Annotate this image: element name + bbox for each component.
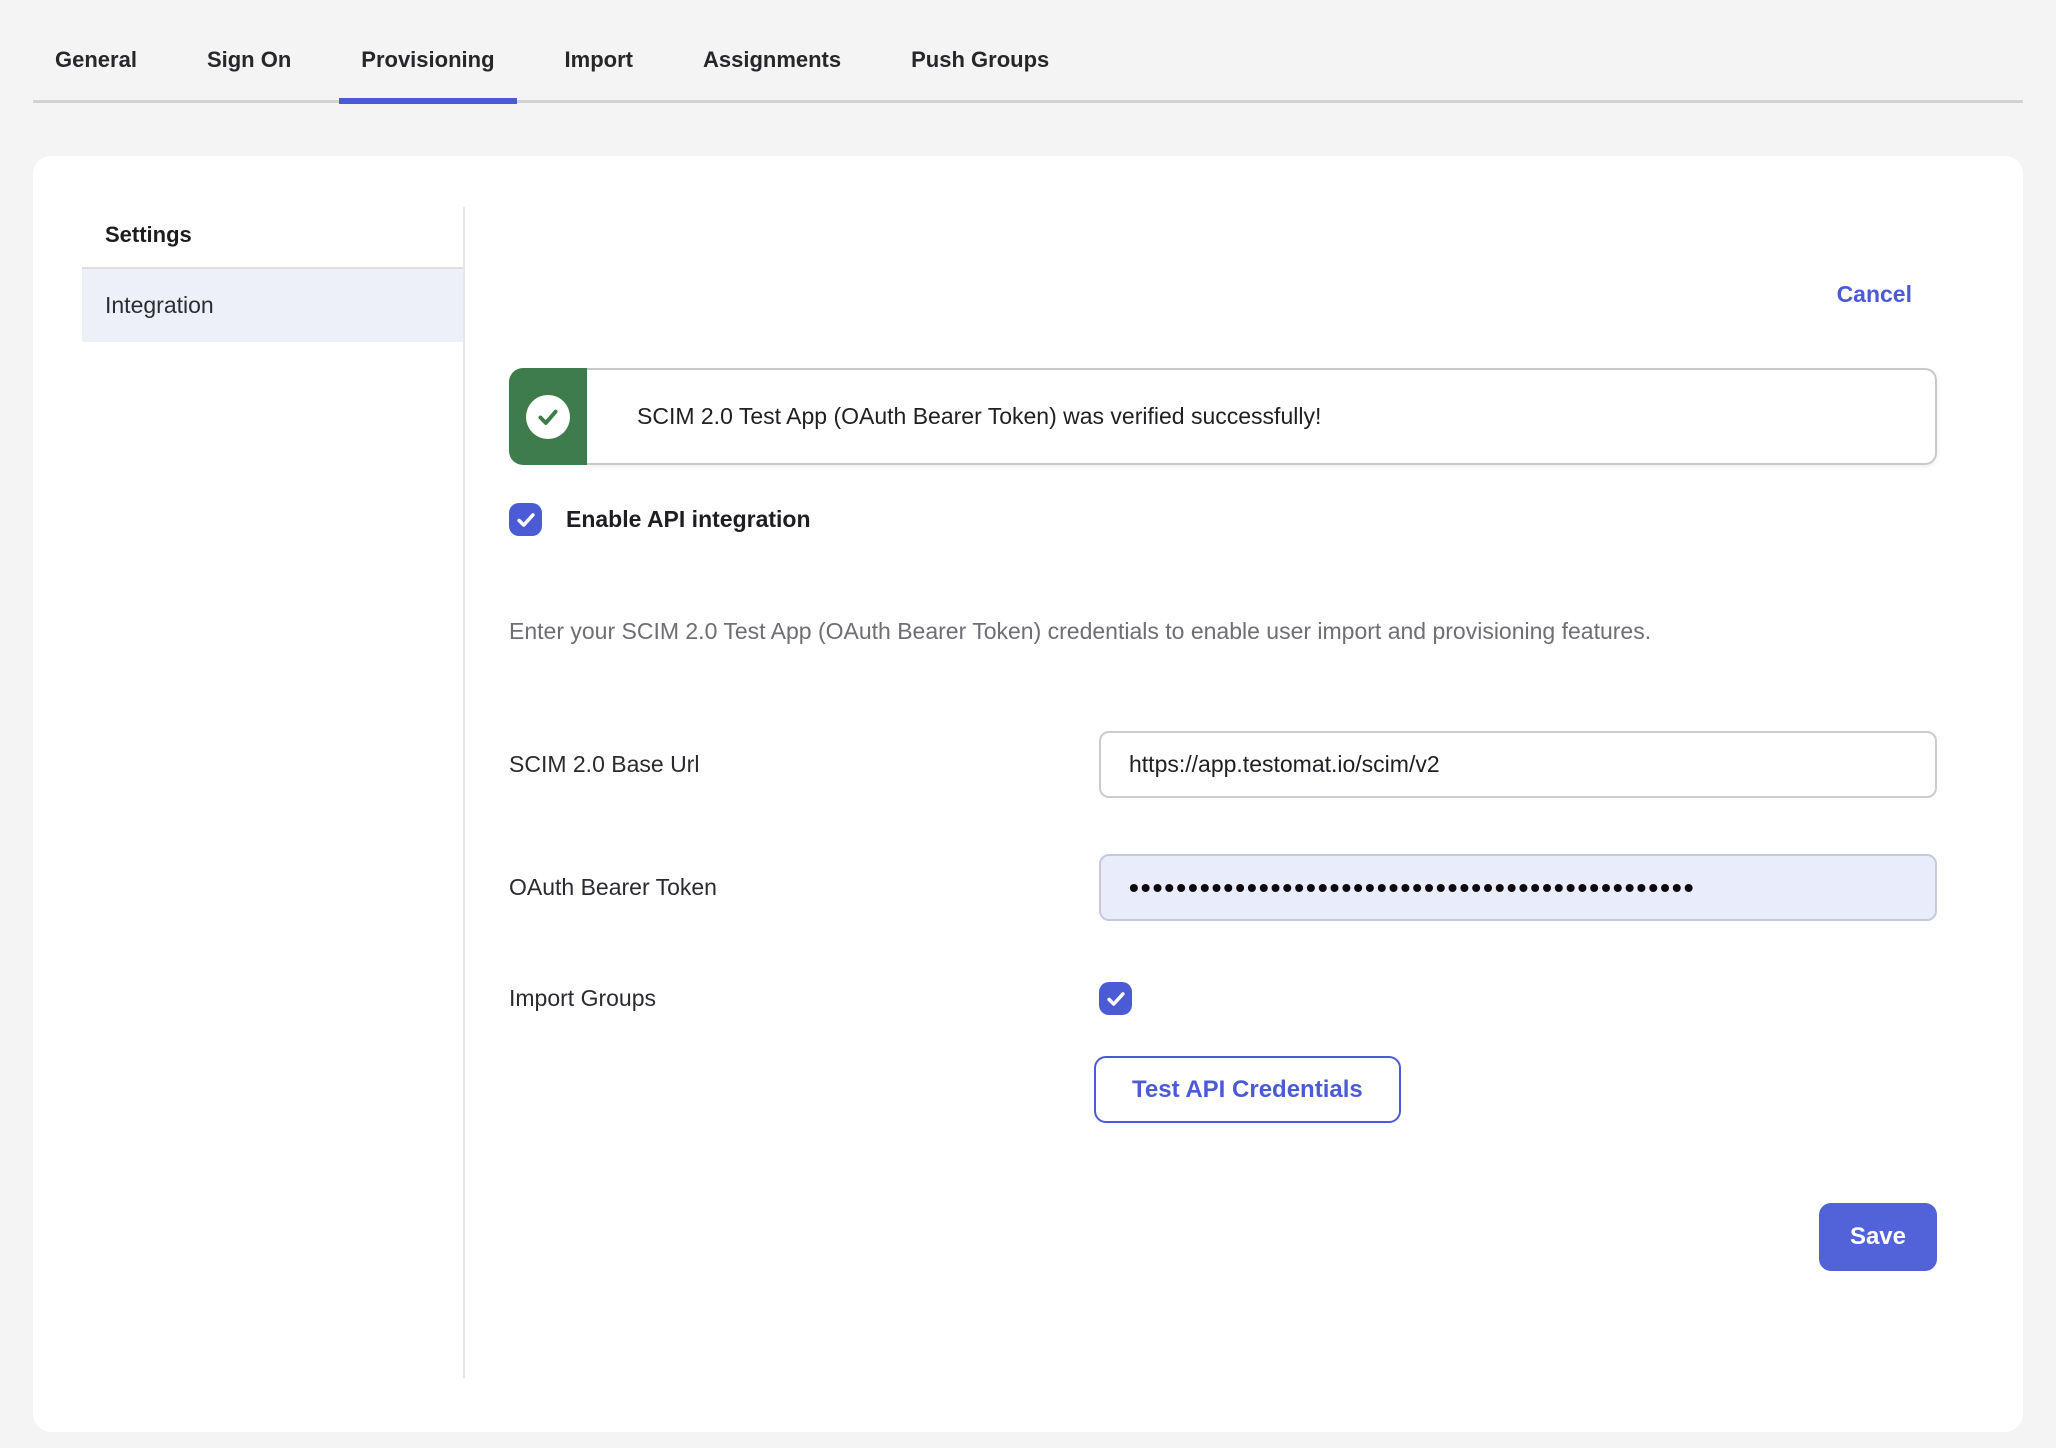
token-label: OAuth Bearer Token bbox=[509, 874, 1099, 901]
tab-provisioning[interactable]: Provisioning bbox=[339, 34, 516, 100]
integration-settings-panel: Cancel SCIM 2.0 Test App (OAuth Bearer T… bbox=[463, 156, 2023, 1432]
panel-header: Cancel bbox=[509, 281, 1937, 308]
import-groups-row: Import Groups bbox=[509, 982, 1937, 1015]
import-groups-checkbox[interactable] bbox=[1099, 982, 1132, 1015]
provisioning-card: Settings Integration Cancel SCIM 2.0 Tes… bbox=[33, 156, 2023, 1432]
credentials-description: Enter your SCIM 2.0 Test App (OAuth Bear… bbox=[509, 608, 1889, 655]
app-tab-bar: General Sign On Provisioning Import Assi… bbox=[33, 0, 2023, 103]
tab-import[interactable]: Import bbox=[543, 34, 655, 100]
token-input[interactable] bbox=[1099, 854, 1937, 921]
tab-sign-on[interactable]: Sign On bbox=[185, 34, 313, 100]
base-url-label: SCIM 2.0 Base Url bbox=[509, 751, 1099, 778]
sidebar-heading: Settings bbox=[82, 222, 463, 269]
success-banner: SCIM 2.0 Test App (OAuth Bearer Token) w… bbox=[509, 368, 1937, 465]
test-credentials-row: Test API Credentials bbox=[509, 1056, 1937, 1123]
enable-api-checkbox[interactable] bbox=[509, 503, 542, 536]
check-circle-icon bbox=[526, 395, 570, 439]
base-url-row: SCIM 2.0 Base Url bbox=[509, 731, 1937, 798]
tab-push-groups[interactable]: Push Groups bbox=[889, 34, 1071, 100]
success-banner-icon-block bbox=[509, 368, 587, 465]
enable-api-label: Enable API integration bbox=[566, 506, 811, 533]
sidebar-divider bbox=[463, 207, 465, 1378]
save-row: Save bbox=[509, 1203, 1937, 1271]
token-row: OAuth Bearer Token bbox=[509, 854, 1937, 921]
success-banner-message: SCIM 2.0 Test App (OAuth Bearer Token) w… bbox=[587, 368, 1937, 465]
settings-sidebar: Settings Integration bbox=[33, 156, 463, 1432]
checkmark-icon bbox=[515, 509, 537, 531]
save-button[interactable]: Save bbox=[1819, 1203, 1937, 1271]
enable-api-row: Enable API integration bbox=[509, 503, 1937, 536]
cancel-button[interactable]: Cancel bbox=[1837, 281, 1912, 308]
test-api-credentials-button[interactable]: Test API Credentials bbox=[1094, 1056, 1401, 1123]
import-groups-label: Import Groups bbox=[509, 985, 1099, 1012]
base-url-input[interactable] bbox=[1099, 731, 1937, 798]
tab-assignments[interactable]: Assignments bbox=[681, 34, 863, 100]
checkmark-icon bbox=[1105, 988, 1127, 1010]
sidebar-item-integration[interactable]: Integration bbox=[82, 269, 463, 342]
tab-general[interactable]: General bbox=[33, 34, 159, 100]
